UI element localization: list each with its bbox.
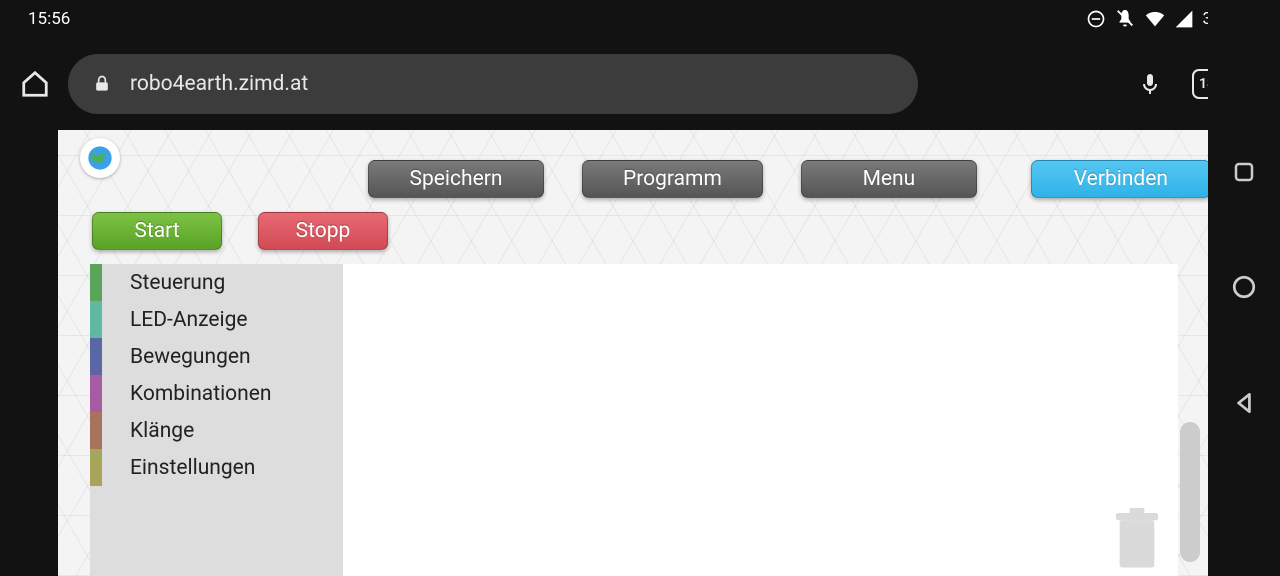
vertical-scrollbar[interactable] (1180, 422, 1200, 562)
url-bar[interactable]: robo4earth.zimd.at (68, 54, 918, 114)
wifi-icon (1144, 8, 1166, 30)
color-tab (90, 375, 102, 412)
control-row: Start Stopp (92, 212, 388, 250)
speichern-button[interactable]: Speichern (368, 160, 544, 198)
toolbox-label: Einstellungen (130, 456, 255, 480)
toolbox: Steuerung LED-Anzeige Bewegungen Kombina… (90, 264, 343, 576)
color-tab (90, 264, 102, 301)
toolbox-label: Bewegungen (130, 345, 251, 369)
top-button-row: Speichern Programm Menu Verbinden (368, 160, 1211, 198)
recent-apps-icon[interactable] (1232, 160, 1256, 184)
color-tab (90, 338, 102, 375)
trash-icon[interactable] (1112, 508, 1162, 570)
toolbox-label: Kombinationen (130, 382, 272, 406)
toolbox-item-einstellungen[interactable]: Einstellungen (90, 449, 343, 486)
page-content: Speichern Programm Menu Verbinden Start … (58, 130, 1208, 576)
menu-button[interactable]: Menu (801, 160, 977, 198)
toolbox-item-bewegungen[interactable]: Bewegungen (90, 338, 343, 375)
toolbox-label: Steuerung (130, 271, 225, 295)
url-text: robo4earth.zimd.at (130, 72, 308, 96)
android-nav-rail (1208, 0, 1280, 576)
lock-icon (92, 74, 112, 94)
toolbox-item-kombinationen[interactable]: Kombinationen (90, 375, 343, 412)
stopp-button[interactable]: Stopp (258, 212, 388, 250)
back-nav-icon[interactable] (1231, 390, 1257, 416)
verbinden-button[interactable]: Verbinden (1031, 160, 1211, 198)
color-tab (90, 412, 102, 449)
android-status-bar: 15:56 31% (0, 0, 1280, 38)
mute-icon (1114, 8, 1136, 30)
blockly-area: Steuerung LED-Anzeige Bewegungen Kombina… (90, 264, 1178, 576)
toolbox-item-klaenge[interactable]: Klänge (90, 412, 343, 449)
toolbox-label: Klänge (130, 419, 194, 443)
app-logo[interactable] (80, 138, 120, 178)
home-icon[interactable] (20, 69, 50, 99)
start-button[interactable]: Start (92, 212, 222, 250)
toolbox-label: LED-Anzeige (130, 308, 248, 332)
color-tab (90, 449, 102, 486)
home-nav-icon[interactable] (1231, 274, 1257, 300)
browser-chrome: robo4earth.zimd.at 18 (0, 38, 1280, 130)
mic-icon[interactable] (1138, 70, 1162, 98)
signal-icon (1174, 9, 1194, 29)
workspace[interactable] (343, 264, 1178, 576)
programm-button[interactable]: Programm (582, 160, 763, 198)
dnd-icon (1086, 9, 1106, 29)
color-tab (90, 301, 102, 338)
toolbox-item-led[interactable]: LED-Anzeige (90, 301, 343, 338)
toolbox-item-steuerung[interactable]: Steuerung (90, 264, 343, 301)
status-time: 15:56 (28, 9, 70, 29)
earth-icon (86, 144, 114, 172)
